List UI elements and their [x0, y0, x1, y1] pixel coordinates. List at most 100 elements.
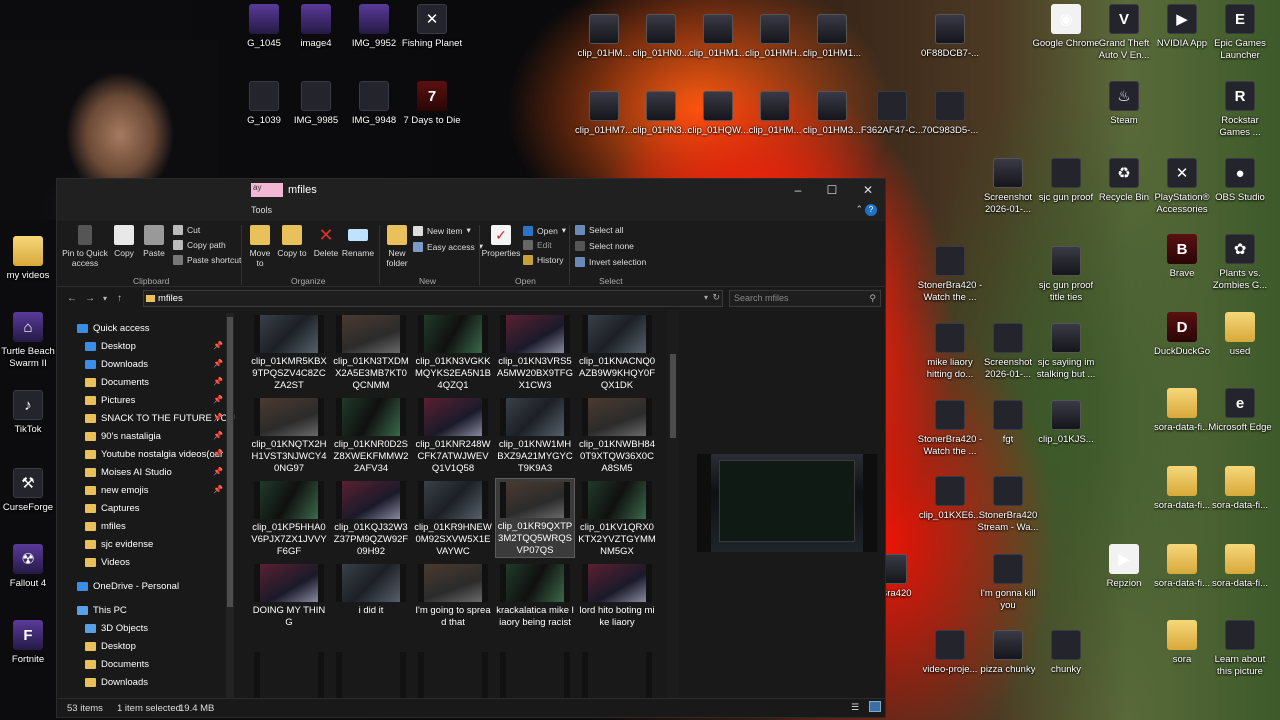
- back-arrow-icon[interactable]: ←: [67, 293, 77, 304]
- history-button[interactable]: History: [523, 255, 563, 265]
- open-button[interactable]: Open ▾: [523, 225, 566, 236]
- clip-file-icon[interactable]: clip_01HM3...: [798, 91, 866, 137]
- details-view-icon[interactable]: ☰: [851, 702, 859, 713]
- nav-item[interactable]: 90's nastaligia: [85, 427, 161, 445]
- select-none-button[interactable]: Select none: [575, 241, 634, 251]
- file-tile[interactable]: clip_01KR9HNEW0M92SXVW5X1EVAYWC: [413, 478, 493, 558]
- nav-item[interactable]: Documents: [85, 373, 149, 391]
- nav-pc-item[interactable]: Downloads: [85, 673, 148, 691]
- desktop-file-icon[interactable]: 70C983D5-...: [916, 91, 984, 137]
- new-item-button[interactable]: New item ▾: [413, 225, 471, 236]
- tab-tools[interactable]: Tools: [251, 205, 272, 215]
- file-tile[interactable]: DOING MY THING: [249, 561, 329, 641]
- recent-dropdown-icon[interactable]: ▾: [103, 294, 107, 303]
- file-tile[interactable]: I'm going to spread that: [413, 561, 493, 641]
- desktop-file-icon[interactable]: sjc sayiing im stalking but ...: [1032, 323, 1100, 381]
- file-tile[interactable]: clip_01KMR5KBX9TPQSZV4C8ZCZA2ST: [249, 312, 329, 392]
- desktop-file-icon[interactable]: sjc gun proof title ties: [1032, 246, 1100, 304]
- maximize-button[interactable]: ☐: [819, 181, 845, 199]
- paste-shortcut-button[interactable]: Paste shortcut: [173, 255, 241, 265]
- nav-item[interactable]: Videos: [85, 553, 130, 571]
- properties-button[interactable]: ✓ Properties: [482, 225, 520, 258]
- nav-item[interactable]: mfiles: [85, 517, 126, 535]
- help-icon[interactable]: ?: [865, 204, 877, 216]
- file-tile[interactable]: clip_01KNQTX2HH1VST3NJWCY40NG97: [249, 395, 329, 475]
- desktop-file-icon[interactable]: 0F88DCB7-...: [916, 14, 984, 60]
- nav-quick-access[interactable]: Quick access: [77, 319, 150, 337]
- desktop-file-icon[interactable]: 7 7 Days to Die: [398, 81, 466, 127]
- clip-file-icon[interactable]: clip_01HM1...: [798, 14, 866, 60]
- new-folder-button[interactable]: New folder: [383, 225, 411, 268]
- file-tile[interactable]: i did it: [331, 561, 411, 641]
- file-tile[interactable]: clip_01KP5HHA0V6PJX7ZX1JVVYF6GF: [249, 478, 329, 558]
- shortcut-icon[interactable]: ♪ TikTok: [0, 390, 62, 436]
- nav-item[interactable]: sjc evidense: [85, 535, 153, 553]
- file-tile[interactable]: krackalatica mike liaory being racist: [495, 561, 575, 641]
- shortcut-icon[interactable]: used: [1206, 312, 1274, 358]
- rename-button[interactable]: Rename: [341, 225, 375, 258]
- nav-onedrive[interactable]: OneDrive - Personal: [77, 577, 179, 595]
- paste-button[interactable]: Paste: [141, 225, 167, 258]
- pin-quick-access-button[interactable]: Pin to Quick access: [61, 225, 109, 268]
- easy-access-button[interactable]: Easy access ▾: [413, 241, 483, 252]
- file-tile[interactable]: clip_01KNR248WCFK7ATWJWEVQ1V1Q58: [413, 395, 493, 475]
- shortcut-icon[interactable]: my videos: [0, 236, 62, 282]
- large-icons-view-icon[interactable]: [869, 701, 881, 712]
- shortcut-icon[interactable]: ♨ Steam: [1090, 81, 1158, 127]
- nav-pc-item[interactable]: Desktop: [85, 637, 136, 655]
- file-tile[interactable]: lord hito boting mike liaory: [577, 561, 657, 641]
- desktop-file-icon[interactable]: clip_01KJS...: [1032, 400, 1100, 446]
- move-to-button[interactable]: Move to: [245, 225, 275, 268]
- navigation-scrollbar[interactable]: [226, 313, 234, 698]
- video-thumbnail[interactable]: [582, 652, 652, 700]
- nav-item[interactable]: Captures: [85, 499, 140, 517]
- file-tile[interactable]: clip_01KNW1MHBXZ9A21MYGYCT9K9A3: [495, 395, 575, 475]
- shortcut-icon[interactable]: ⚒ CurseForge: [0, 468, 62, 514]
- file-tile[interactable]: clip_01KN3VRS5A5MW20BX9TFGX1CW3: [495, 312, 575, 392]
- file-tile[interactable]: clip_01KNWBH840T9XTQW36X0CA8SM5: [577, 395, 657, 475]
- title-bar[interactable]: ay mfiles – ☐ ✕: [57, 179, 885, 201]
- shortcut-icon[interactable]: ● OBS Studio: [1206, 158, 1274, 204]
- nav-item[interactable]: Downloads: [85, 355, 148, 373]
- shortcut-icon[interactable]: ✿ Plants vs. Zombies G...: [1206, 234, 1274, 292]
- video-thumbnail[interactable]: [254, 652, 324, 700]
- select-all-button[interactable]: Select all: [575, 225, 624, 235]
- desktop-file-icon[interactable]: I'm gonna kill you: [974, 554, 1042, 612]
- search-input[interactable]: Search mfiles ⚲: [729, 290, 881, 307]
- desktop-file-icon[interactable]: ✕ Fishing Planet: [398, 4, 466, 50]
- address-dropdown-icon[interactable]: ▾: [704, 293, 708, 302]
- address-box[interactable]: mfiles ▾ ↻: [143, 290, 723, 307]
- shortcut-icon[interactable]: ☢ Fallout 4: [0, 544, 62, 590]
- nav-item[interactable]: Youtube nostalgia videos(our: [85, 445, 223, 463]
- video-thumbnail[interactable]: [336, 652, 406, 700]
- copy-button[interactable]: Copy: [111, 225, 137, 258]
- nav-item[interactable]: Pictures: [85, 391, 135, 409]
- scrollbar-thumb[interactable]: [227, 317, 233, 607]
- shortcut-icon[interactable]: Learn about this picture: [1206, 620, 1274, 678]
- refresh-icon[interactable]: ↻: [712, 292, 720, 303]
- nav-pc-item[interactable]: Documents: [85, 655, 149, 673]
- up-arrow-icon[interactable]: ↑: [117, 293, 122, 304]
- shortcut-icon[interactable]: e Microsoft Edge: [1206, 388, 1274, 434]
- cut-button[interactable]: Cut: [173, 225, 200, 235]
- file-tile[interactable]: clip_01KN3TXDMX2A5E3MB7KT0QCNMM: [331, 312, 411, 392]
- nav-pc-item[interactable]: 3D Objects: [85, 619, 148, 637]
- file-list-scrollbar[interactable]: [667, 310, 679, 700]
- file-tile[interactable]: clip_01KR9QXTP3M2TQQ5WRQSVP07QS: [495, 478, 575, 558]
- file-tile[interactable]: clip_01KN3VGKKMQYKS2EA5N1B4QZQ1: [413, 312, 493, 392]
- video-thumbnail[interactable]: [418, 652, 488, 700]
- edit-button[interactable]: Edit: [523, 240, 552, 250]
- nav-item[interactable]: Desktop: [85, 337, 136, 355]
- invert-selection-button[interactable]: Invert selection: [575, 257, 646, 267]
- copy-path-button[interactable]: Copy path: [173, 240, 226, 250]
- shortcut-icon[interactable]: sora-data-fi...: [1206, 544, 1274, 590]
- nav-item[interactable]: new emojis: [85, 481, 149, 499]
- video-thumbnail[interactable]: [500, 652, 570, 700]
- nav-this-pc[interactable]: This PC: [77, 601, 127, 619]
- file-tile[interactable]: clip_01KV1QRX0KTX2YVZTGYMMNM5GX: [577, 478, 657, 558]
- shortcut-icon[interactable]: ⌂ Turtle Beach Swarm II: [0, 312, 62, 370]
- desktop-file-icon[interactable]: StonerBra420 - Watch the ...: [916, 246, 984, 304]
- shortcut-icon[interactable]: E Epic Games Launcher: [1206, 4, 1274, 62]
- shortcut-icon[interactable]: F Fortnite: [0, 620, 62, 666]
- minimize-button[interactable]: –: [785, 181, 811, 199]
